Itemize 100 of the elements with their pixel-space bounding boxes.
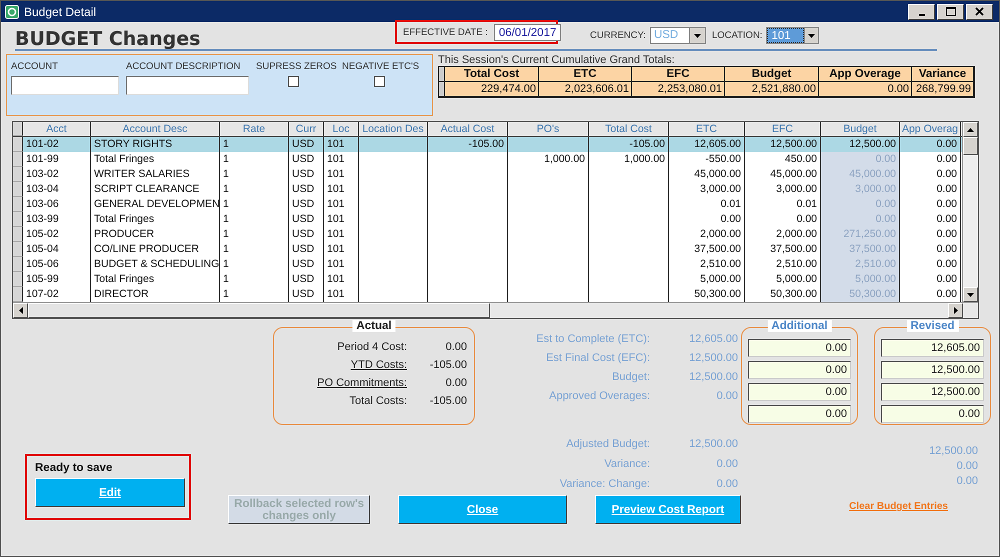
cost-link[interactable]: YTD Costs: [350, 359, 407, 371]
table-row[interactable]: 105-99 Total Fringes 1 USD 101 5,000.00 5,000.00 5,000.00 0.00 [13, 272, 962, 287]
row-header[interactable] [13, 182, 23, 197]
row-header[interactable] [439, 82, 445, 97]
table-cell: 0.00 [900, 257, 961, 272]
table-cell: 101-99 [23, 152, 91, 167]
row-header[interactable] [13, 272, 23, 287]
column-header[interactable]: Actual Cost [428, 122, 508, 136]
amount-field[interactable]: 0.00 [748, 361, 851, 379]
row-header[interactable] [13, 212, 23, 227]
table-row[interactable]: 103-06 GENERAL DEVELOPMEN 1 USD 101 0.01 0.01 0.00 0.00 [13, 197, 962, 212]
checkbox[interactable] [374, 76, 385, 87]
table-cell: 1 [220, 137, 289, 152]
close-button[interactable] [966, 4, 993, 20]
table-cell: 1 [220, 152, 289, 167]
row-header[interactable] [13, 167, 23, 182]
column-header[interactable]: PO's [508, 122, 589, 136]
column-header[interactable]: Acct [23, 122, 91, 136]
table-cell: 0.00 [900, 167, 961, 182]
summary-label: Variance: [603, 458, 650, 470]
table-cell: 1 [220, 167, 289, 182]
amount-field[interactable]: 12,500.00 [881, 361, 984, 379]
table-row[interactable]: 101-99 Total Fringes 1 USD 101 1,000.00 1,000.00 -550.00 450.00 0.00 0.00 [13, 152, 962, 167]
column-header[interactable]: App Overag [900, 122, 961, 136]
table-cell: USD [289, 197, 324, 212]
row-header[interactable] [13, 242, 23, 257]
table-row[interactable]: 105-06 BUDGET & SCHEDULING 1 USD 101 2,510.00 2,510.00 2,510.00 0.00 [13, 257, 962, 272]
table-cell: 103-04 [23, 182, 91, 197]
table-cell: 1 [220, 197, 289, 212]
amount-field[interactable]: 12,605.00 [881, 339, 984, 357]
table-row[interactable]: 105-02 PRODUCER 1 USD 101 2,000.00 2,000.00 271,250.00 0.00 [13, 227, 962, 242]
table-row[interactable]: 101-02 STORY RIGHTS 1 USD 101 -105.00 -105.00 12,605.00 12,500.00 12,500.00 0.00 [13, 137, 962, 152]
row-header[interactable] [13, 137, 23, 152]
table-cell: SCRIPT CLEARANCE [91, 182, 220, 197]
date-field[interactable]: 06/01/2017 [494, 24, 562, 40]
scroll-thumb[interactable] [963, 137, 978, 155]
table-cell: 0.00 [900, 242, 961, 257]
estimate-value: 12,500.00 [688, 352, 738, 364]
column-header[interactable]: Location Des [359, 122, 428, 136]
row-header[interactable] [13, 197, 23, 212]
estimate-label: Budget: [611, 371, 650, 383]
table-cell: 0.00 [819, 82, 912, 97]
maximize-button[interactable] [937, 4, 964, 20]
table-cell: -105.00 [428, 137, 508, 152]
column-header[interactable]: Rate [220, 122, 289, 136]
column-header[interactable]: Total Cost [589, 122, 669, 136]
table-cell: 5,000.00 [669, 272, 745, 287]
amount-field[interactable]: 0.00 [748, 383, 851, 401]
column-header[interactable]: Curr [289, 122, 324, 136]
table-cell: WRITER SALARIES [91, 167, 220, 182]
row-header[interactable] [13, 257, 23, 272]
description-field[interactable] [126, 76, 249, 95]
table-cell: -105.00 [589, 137, 669, 152]
scroll-right-button[interactable] [948, 303, 963, 318]
estimate-label: Est Final Cost (EFC): [545, 352, 650, 364]
row-header[interactable] [439, 67, 445, 82]
column-header[interactable]: Account Desc [91, 122, 220, 136]
scroll-down-button[interactable] [963, 287, 978, 302]
table-row[interactable]: 105-04 CO/LINE PRODUCER 1 USD 101 37,500.00 37,500.00 37,500.00 0.00 [13, 242, 962, 257]
table-cell: Total Fringes [91, 152, 220, 167]
vertical-scrollbar[interactable] [962, 122, 978, 302]
column-header: Total Cost [445, 67, 539, 82]
checkbox[interactable] [288, 76, 299, 87]
amount-field[interactable]: 12,500.00 [881, 383, 984, 401]
column-header: Budget [725, 67, 819, 82]
table-cell: 1 [220, 257, 289, 272]
table-cell: 101 [324, 137, 359, 152]
amount-field[interactable]: 0.00 [748, 405, 851, 423]
scroll-thumb[interactable] [28, 303, 490, 318]
cost-value: 0.00 [444, 341, 467, 353]
scroll-left-button[interactable] [13, 303, 28, 318]
scroll-up-button[interactable] [963, 122, 978, 137]
table-row[interactable]: 103-04 SCRIPT CLEARANCE 1 USD 101 3,000.00 3,000.00 3,000.00 0.00 [13, 182, 962, 197]
amount-field[interactable]: 0.00 [748, 339, 851, 357]
row-header[interactable] [13, 227, 23, 242]
table-cell: 0.00 [900, 152, 961, 167]
row-header[interactable] [13, 152, 23, 167]
row-header[interactable] [13, 287, 23, 302]
table-row[interactable]: 103-02 WRITER SALARIES 1 USD 101 45,000.00 45,000.00 45,000.00 0.00 [13, 167, 962, 182]
row-header[interactable] [13, 122, 23, 136]
column-header[interactable]: ETC [669, 122, 745, 136]
table-cell: 2,510.00 [669, 257, 745, 272]
column-header[interactable]: Loc [324, 122, 359, 136]
table-cell: Total Fringes [91, 212, 220, 227]
table-cell: 2,253,080.01 [632, 82, 725, 97]
cost-link[interactable]: PO Commitments: [317, 377, 407, 389]
amount-field[interactable]: 0.00 [881, 405, 984, 423]
estimate-label: Approved Overages: [548, 390, 650, 402]
column-header[interactable]: EFC [745, 122, 821, 136]
arrow-icon [967, 128, 974, 132]
table-row[interactable]: 103-99 Total Fringes 1 USD 101 0.00 0.00 0.00 0.00 [13, 212, 962, 227]
table-cell: 2,510.00 [821, 257, 900, 272]
account-field[interactable] [11, 76, 119, 95]
field-label: CURRENCY: [590, 30, 646, 41]
minimize-button[interactable] [908, 4, 935, 20]
summary-label: Variance: Change: [558, 478, 650, 490]
horizontal-scrollbar[interactable] [13, 302, 978, 318]
column-header[interactable]: Budget [821, 122, 900, 136]
table-cell: USD [289, 212, 324, 227]
table-cell: 12,500.00 [745, 137, 821, 152]
